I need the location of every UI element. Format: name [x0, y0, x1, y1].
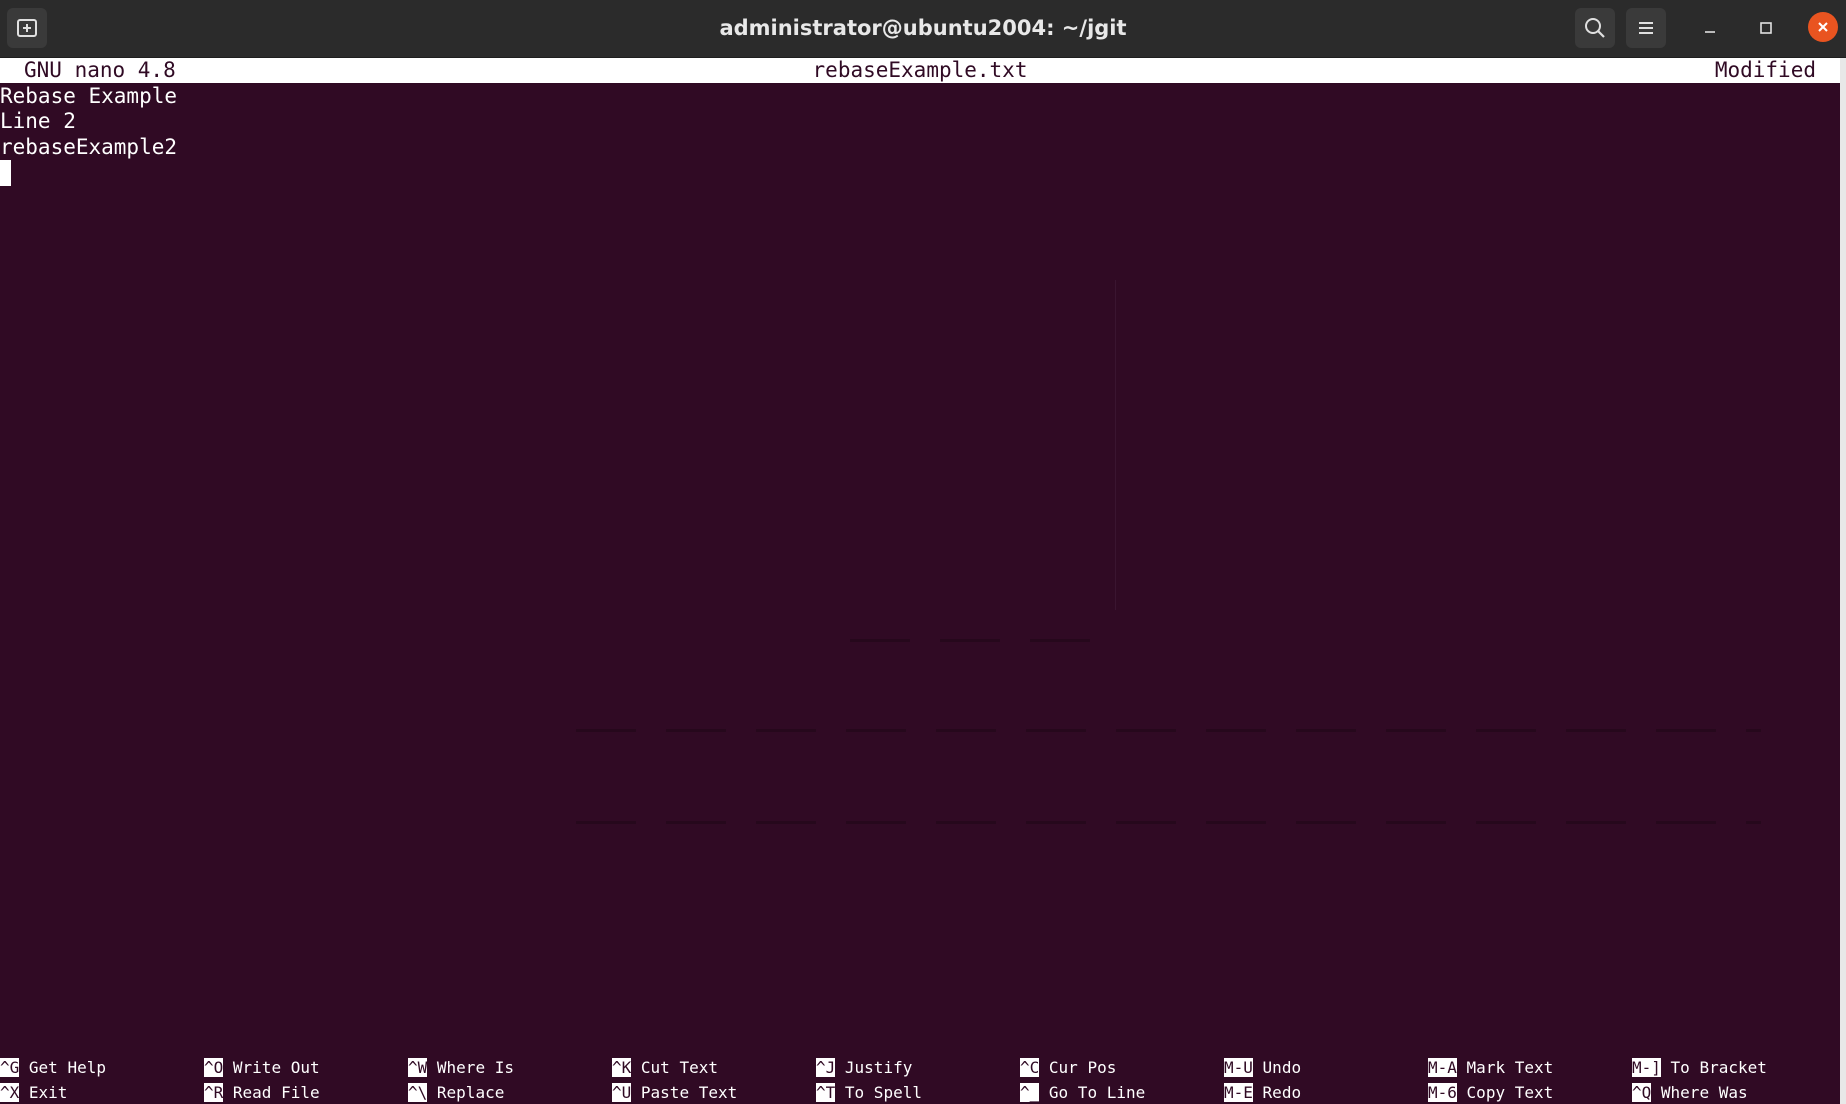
editor-line: Line 2	[0, 109, 76, 134]
shortcut-redo: M-E Redo	[1224, 1080, 1301, 1104]
shortcut-label: Exit	[28, 1083, 68, 1103]
close-icon	[1818, 22, 1828, 32]
shortcut-label: Undo	[1262, 1058, 1302, 1077]
editor-buffer[interactable]: Rebase Example Line 2 rebaseExample2	[0, 84, 177, 186]
render-artifact	[576, 821, 1761, 824]
maximize-icon	[1760, 22, 1772, 34]
shortcut-get-help: ^G Get Help	[0, 1055, 106, 1080]
search-button[interactable]	[1575, 8, 1615, 48]
shortcut-undo: M-U Undo	[1224, 1055, 1301, 1080]
shortcut-replace: ^\ Replace	[408, 1080, 504, 1104]
shortcut-key: ^C	[1020, 1058, 1040, 1077]
shortcut-key: ^J	[816, 1058, 836, 1077]
shortcut-label: To Spell	[844, 1083, 922, 1103]
shortcut-key: ^O	[204, 1058, 224, 1077]
shortcut-key: ^K	[612, 1058, 632, 1077]
editor-line-cursor	[0, 160, 177, 186]
editor-line: rebaseExample2	[0, 134, 178, 159]
shortcut-key: ^_	[1020, 1083, 1040, 1103]
shortcut-key: M-A	[1428, 1058, 1457, 1077]
render-artifact	[576, 729, 1761, 732]
hamburger-menu-icon	[1639, 22, 1653, 34]
shortcut-paste-text: ^U Paste Text	[612, 1080, 737, 1104]
shortcut-label: Where Was	[1660, 1083, 1748, 1103]
shortcut-key: ^T	[816, 1083, 836, 1103]
shortcut-label: Paste Text	[640, 1083, 738, 1103]
terminal-area[interactable]: GNU nano 4.8 rebaseExample.txt Modified …	[0, 58, 1840, 1104]
shortcut-where-was: ^Q Where Was	[1632, 1080, 1748, 1104]
nano-filename: rebaseExample.txt	[812, 58, 1028, 82]
shortcut-where-is: ^W Where Is	[408, 1055, 514, 1080]
window-title: administrator@ubuntu2004: ~/jgit	[719, 16, 1127, 40]
shortcut-label: Read File	[232, 1083, 320, 1103]
nano-header-bar: GNU nano 4.8 rebaseExample.txt Modified	[0, 58, 1840, 84]
render-artifact	[850, 639, 1120, 642]
shortcut-cut-text: ^K Cut Text	[612, 1055, 718, 1080]
shortcut-label: Justify	[844, 1058, 913, 1077]
shortcut-key: ^W	[408, 1058, 428, 1077]
text-cursor	[0, 160, 11, 186]
menu-button[interactable]	[1626, 8, 1666, 48]
shortcut-key: ^G	[0, 1058, 20, 1077]
shortcut-key: M-U	[1224, 1058, 1253, 1077]
shortcut-read-file: ^R Read File	[204, 1080, 320, 1104]
editor-line: Rebase Example	[0, 84, 178, 108]
minimize-icon	[1705, 31, 1715, 33]
shortcut-label: Redo	[1262, 1083, 1302, 1103]
shortcut-label: Cur Pos	[1048, 1058, 1117, 1077]
shortcut-write-out: ^O Write Out	[204, 1055, 320, 1080]
shortcut-key: ^X	[0, 1083, 20, 1103]
shortcut-label: Where Is	[436, 1058, 514, 1077]
shortcut-key: ^R	[204, 1083, 224, 1103]
shortcut-key: M-]	[1632, 1058, 1661, 1077]
minimize-button[interactable]	[1690, 8, 1730, 48]
shortcut-mark-text: M-A Mark Text	[1428, 1055, 1553, 1080]
shortcut-key: M-6	[1428, 1083, 1457, 1103]
shortcut-label: Go To Line	[1048, 1083, 1146, 1103]
shortcut-exit: ^X Exit	[0, 1080, 67, 1104]
shortcut-label: Get Help	[28, 1058, 106, 1077]
terminal-scrollbar[interactable]	[1840, 58, 1846, 1104]
shortcut-justify: ^J Justify	[816, 1055, 912, 1080]
render-artifact	[1115, 280, 1116, 610]
window-titlebar: administrator@ubuntu2004: ~/jgit	[0, 0, 1846, 58]
shortcut-key: ^\	[408, 1083, 428, 1103]
shortcut-key: ^Q	[1632, 1083, 1652, 1103]
shortcut-copy-text: M-6 Copy Text	[1428, 1080, 1553, 1104]
shortcut-label: Cut Text	[640, 1058, 718, 1077]
shortcut-key: ^U	[612, 1083, 632, 1103]
shortcut-key: M-E	[1224, 1083, 1253, 1103]
nano-shortcut-bar: ^G Get Help ^O Write Out ^W Where Is ^K …	[0, 1055, 1840, 1104]
shortcut-label: Write Out	[232, 1058, 320, 1077]
search-icon	[1585, 18, 1605, 38]
shortcut-label: Mark Text	[1466, 1058, 1554, 1077]
shortcut-go-to-line: ^_ Go To Line	[1020, 1080, 1145, 1104]
maximize-button[interactable]	[1746, 8, 1786, 48]
nano-modified-status: Modified	[1714, 58, 1816, 82]
shortcut-cur-pos: ^C Cur Pos	[1020, 1055, 1116, 1080]
shortcut-label: Replace	[436, 1083, 505, 1103]
close-button[interactable]	[1808, 12, 1838, 42]
shortcut-label: To Bracket	[1670, 1058, 1767, 1077]
shortcut-to-bracket: M-] To Bracket	[1632, 1055, 1767, 1080]
shortcut-to-spell: ^T To Spell	[816, 1080, 922, 1104]
shortcut-label: Copy Text	[1466, 1083, 1554, 1103]
